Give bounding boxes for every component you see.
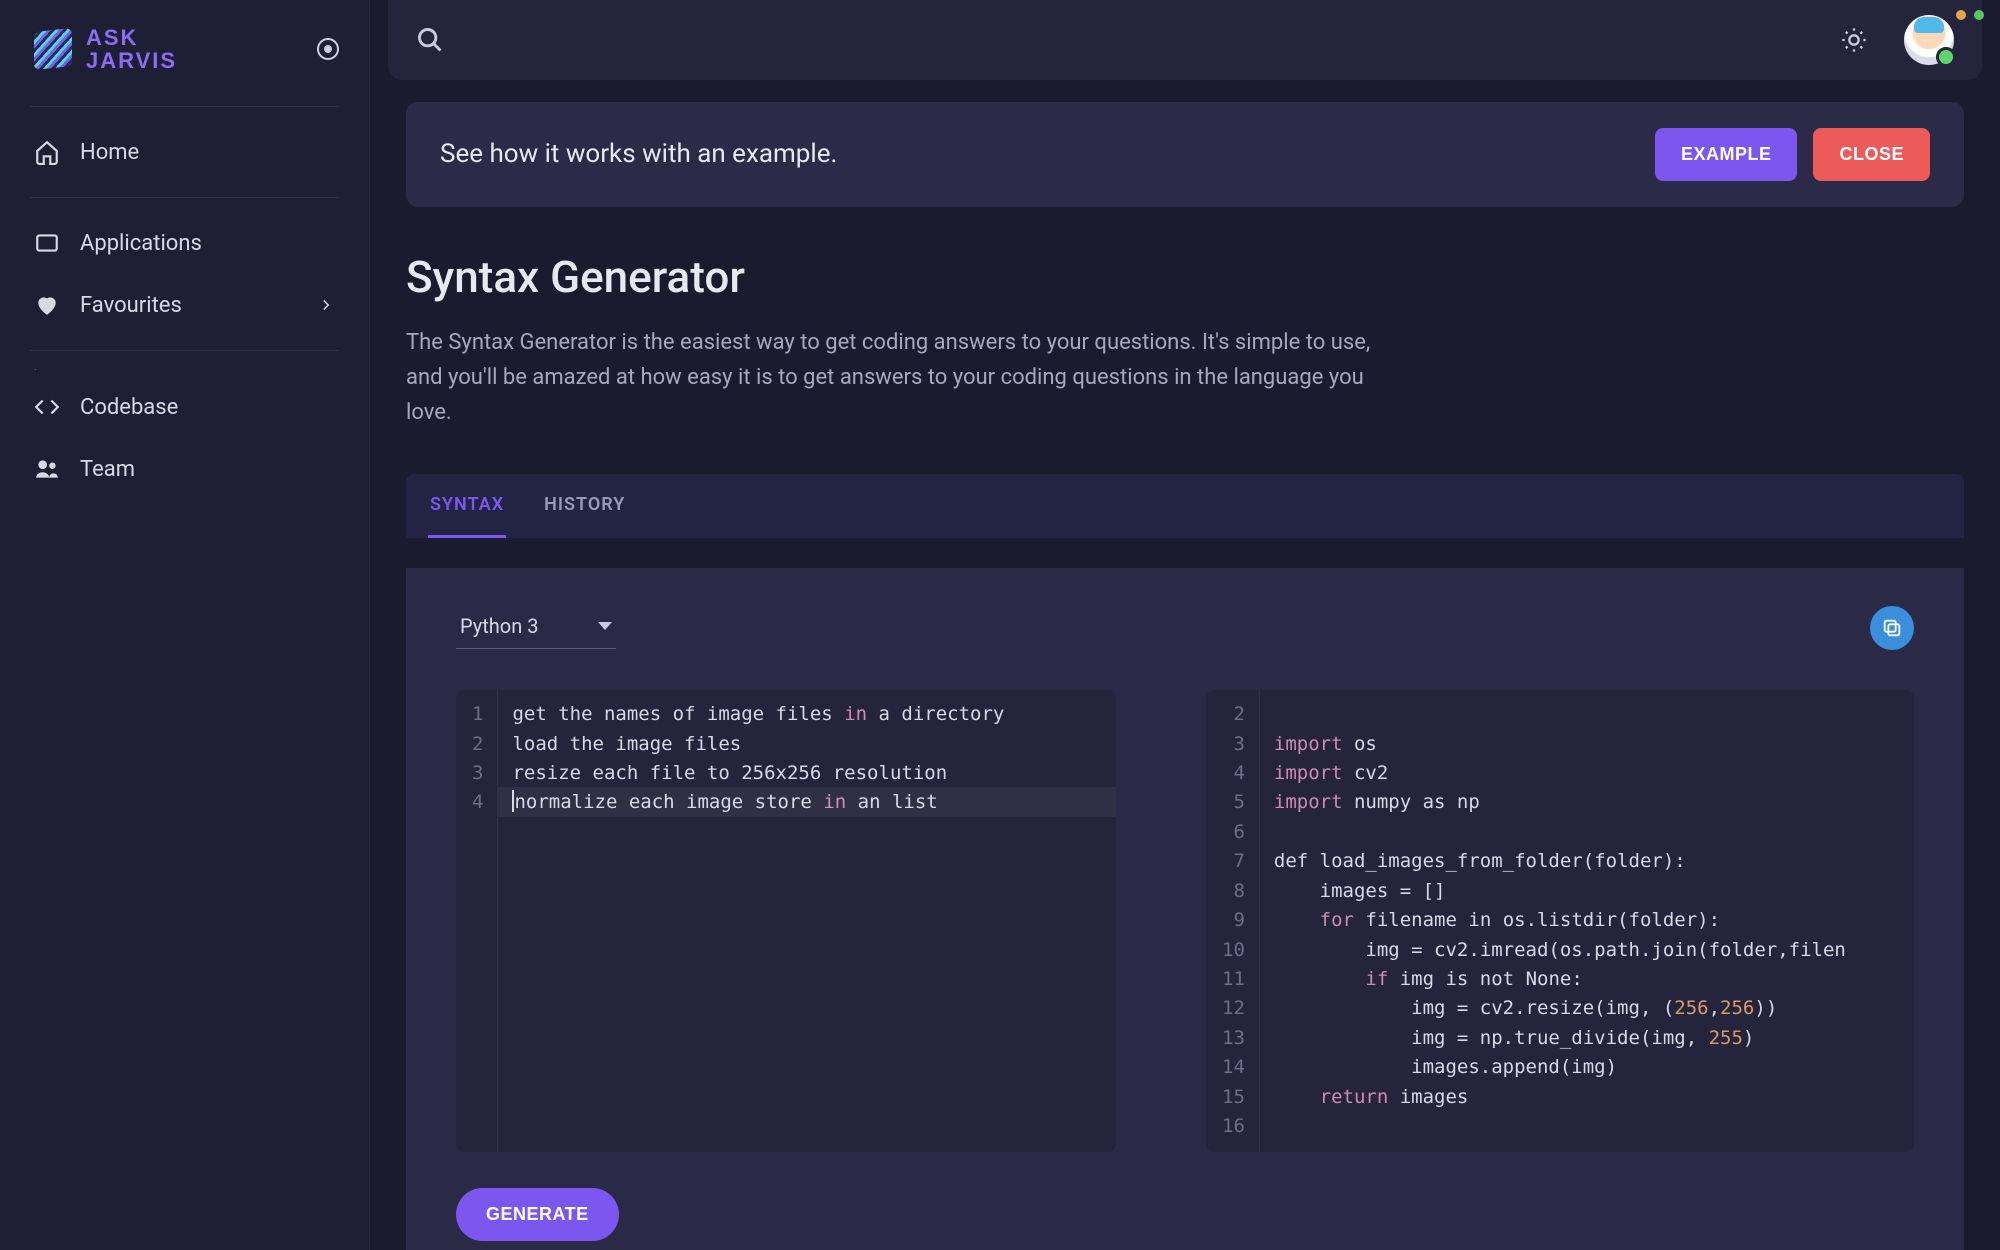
language-label: Python 3 xyxy=(460,614,538,638)
input-line: get the names of image files in a direct… xyxy=(512,700,1100,729)
tab-syntax[interactable]: SYNTAX xyxy=(428,474,506,538)
output-line: import numpy as np xyxy=(1274,788,1898,817)
output-line: img = np.true_divide(img, 255) xyxy=(1274,1024,1898,1053)
people-icon xyxy=(34,456,60,482)
page-description: The Syntax Generator is the easiest way … xyxy=(406,325,1386,431)
code-icon xyxy=(34,394,60,420)
output-line: import cv2 xyxy=(1274,759,1898,788)
sidebar-section-dot: · xyxy=(0,365,369,376)
output-line: images.append(img) xyxy=(1274,1053,1898,1082)
main: See how it works with an example. EXAMPL… xyxy=(370,0,2000,1250)
sidebar-item-home[interactable]: Home xyxy=(0,121,369,183)
output-line xyxy=(1274,818,1898,847)
output-line xyxy=(1274,1112,1898,1141)
heart-icon xyxy=(34,292,60,318)
copy-button[interactable] xyxy=(1870,606,1914,650)
output-line: for filename in os.listdir(folder): xyxy=(1274,906,1898,935)
output-line: images = [] xyxy=(1274,877,1898,906)
banner-text: See how it works with an example. xyxy=(440,139,837,169)
sidebar-item-codebase[interactable]: Codebase xyxy=(0,376,369,438)
page-title: Syntax Generator xyxy=(406,251,1964,303)
editor-card: Python 3 1234 get the names of image fil… xyxy=(406,568,1964,1250)
window-control-dots xyxy=(1956,10,1984,20)
home-icon xyxy=(34,139,60,165)
example-button[interactable]: EXAMPLE xyxy=(1655,128,1798,181)
sidebar-item-favourites[interactable]: Favourites xyxy=(0,274,369,336)
search-icon[interactable] xyxy=(416,26,444,54)
input-lines: get the names of image files in a direct… xyxy=(498,690,1116,1152)
output-line: img = cv2.resize(img, (256,256)) xyxy=(1274,994,1898,1023)
apps-icon xyxy=(34,230,60,256)
sidebar-divider xyxy=(30,106,339,107)
input-gutter: 1234 xyxy=(456,690,498,1152)
sidebar-divider xyxy=(30,197,339,198)
sidebar-item-label: Home xyxy=(80,140,139,165)
language-select[interactable]: Python 3 xyxy=(456,608,616,649)
sidebar: ASK JARVIS Home Applications Favourites … xyxy=(0,0,370,1250)
sidebar-item-applications[interactable]: Applications xyxy=(0,212,369,274)
topbar xyxy=(388,0,1982,80)
sidebar-item-label: Favourites xyxy=(80,293,182,318)
output-gutter: 2345678910111213141516 xyxy=(1206,690,1260,1152)
output-lines: import osimport cv2import numpy as np de… xyxy=(1260,690,1914,1152)
logo-text: ASK JARVIS xyxy=(86,26,177,72)
logo-line2: JARVIS xyxy=(86,49,177,72)
output-line: return images xyxy=(1274,1083,1898,1112)
output-line: def load_images_from_folder(folder): xyxy=(1274,847,1898,876)
sidebar-item-label: Team xyxy=(80,457,135,482)
avatar[interactable] xyxy=(1904,15,1954,65)
logo-line1: ASK xyxy=(86,26,177,49)
sidebar-item-label: Codebase xyxy=(80,395,178,420)
input-line: load the image files xyxy=(512,730,1100,759)
example-banner: See how it works with an example. EXAMPL… xyxy=(406,102,1964,207)
sidebar-item-team[interactable]: Team xyxy=(0,438,369,500)
copy-icon xyxy=(1881,617,1903,639)
input-line: resize each file to 256x256 resolution xyxy=(512,759,1100,788)
logo-row: ASK JARVIS xyxy=(0,0,369,92)
close-button[interactable]: CLOSE xyxy=(1813,128,1930,181)
tabs: SYNTAX HISTORY xyxy=(406,474,1964,538)
output-line: import os xyxy=(1274,730,1898,759)
record-icon[interactable] xyxy=(317,38,339,60)
sidebar-item-label: Applications xyxy=(80,231,202,256)
sidebar-divider xyxy=(30,350,339,351)
output-editor: 2345678910111213141516 import osimport c… xyxy=(1206,690,1914,1152)
output-line: if img is not None: xyxy=(1274,965,1898,994)
output-line xyxy=(1274,700,1898,729)
chevron-down-icon xyxy=(598,622,612,630)
chevron-right-icon xyxy=(317,296,335,314)
input-editor[interactable]: 1234 get the names of image files in a d… xyxy=(456,690,1116,1152)
theme-toggle-icon[interactable] xyxy=(1840,26,1868,54)
output-line: img = cv2.imread(os.path.join(folder,fil… xyxy=(1274,936,1898,965)
tab-history[interactable]: HISTORY xyxy=(542,474,627,538)
logo-mark xyxy=(34,28,72,70)
editor-toolbar: Python 3 xyxy=(456,606,1914,650)
generate-button[interactable]: GENERATE xyxy=(456,1188,619,1241)
